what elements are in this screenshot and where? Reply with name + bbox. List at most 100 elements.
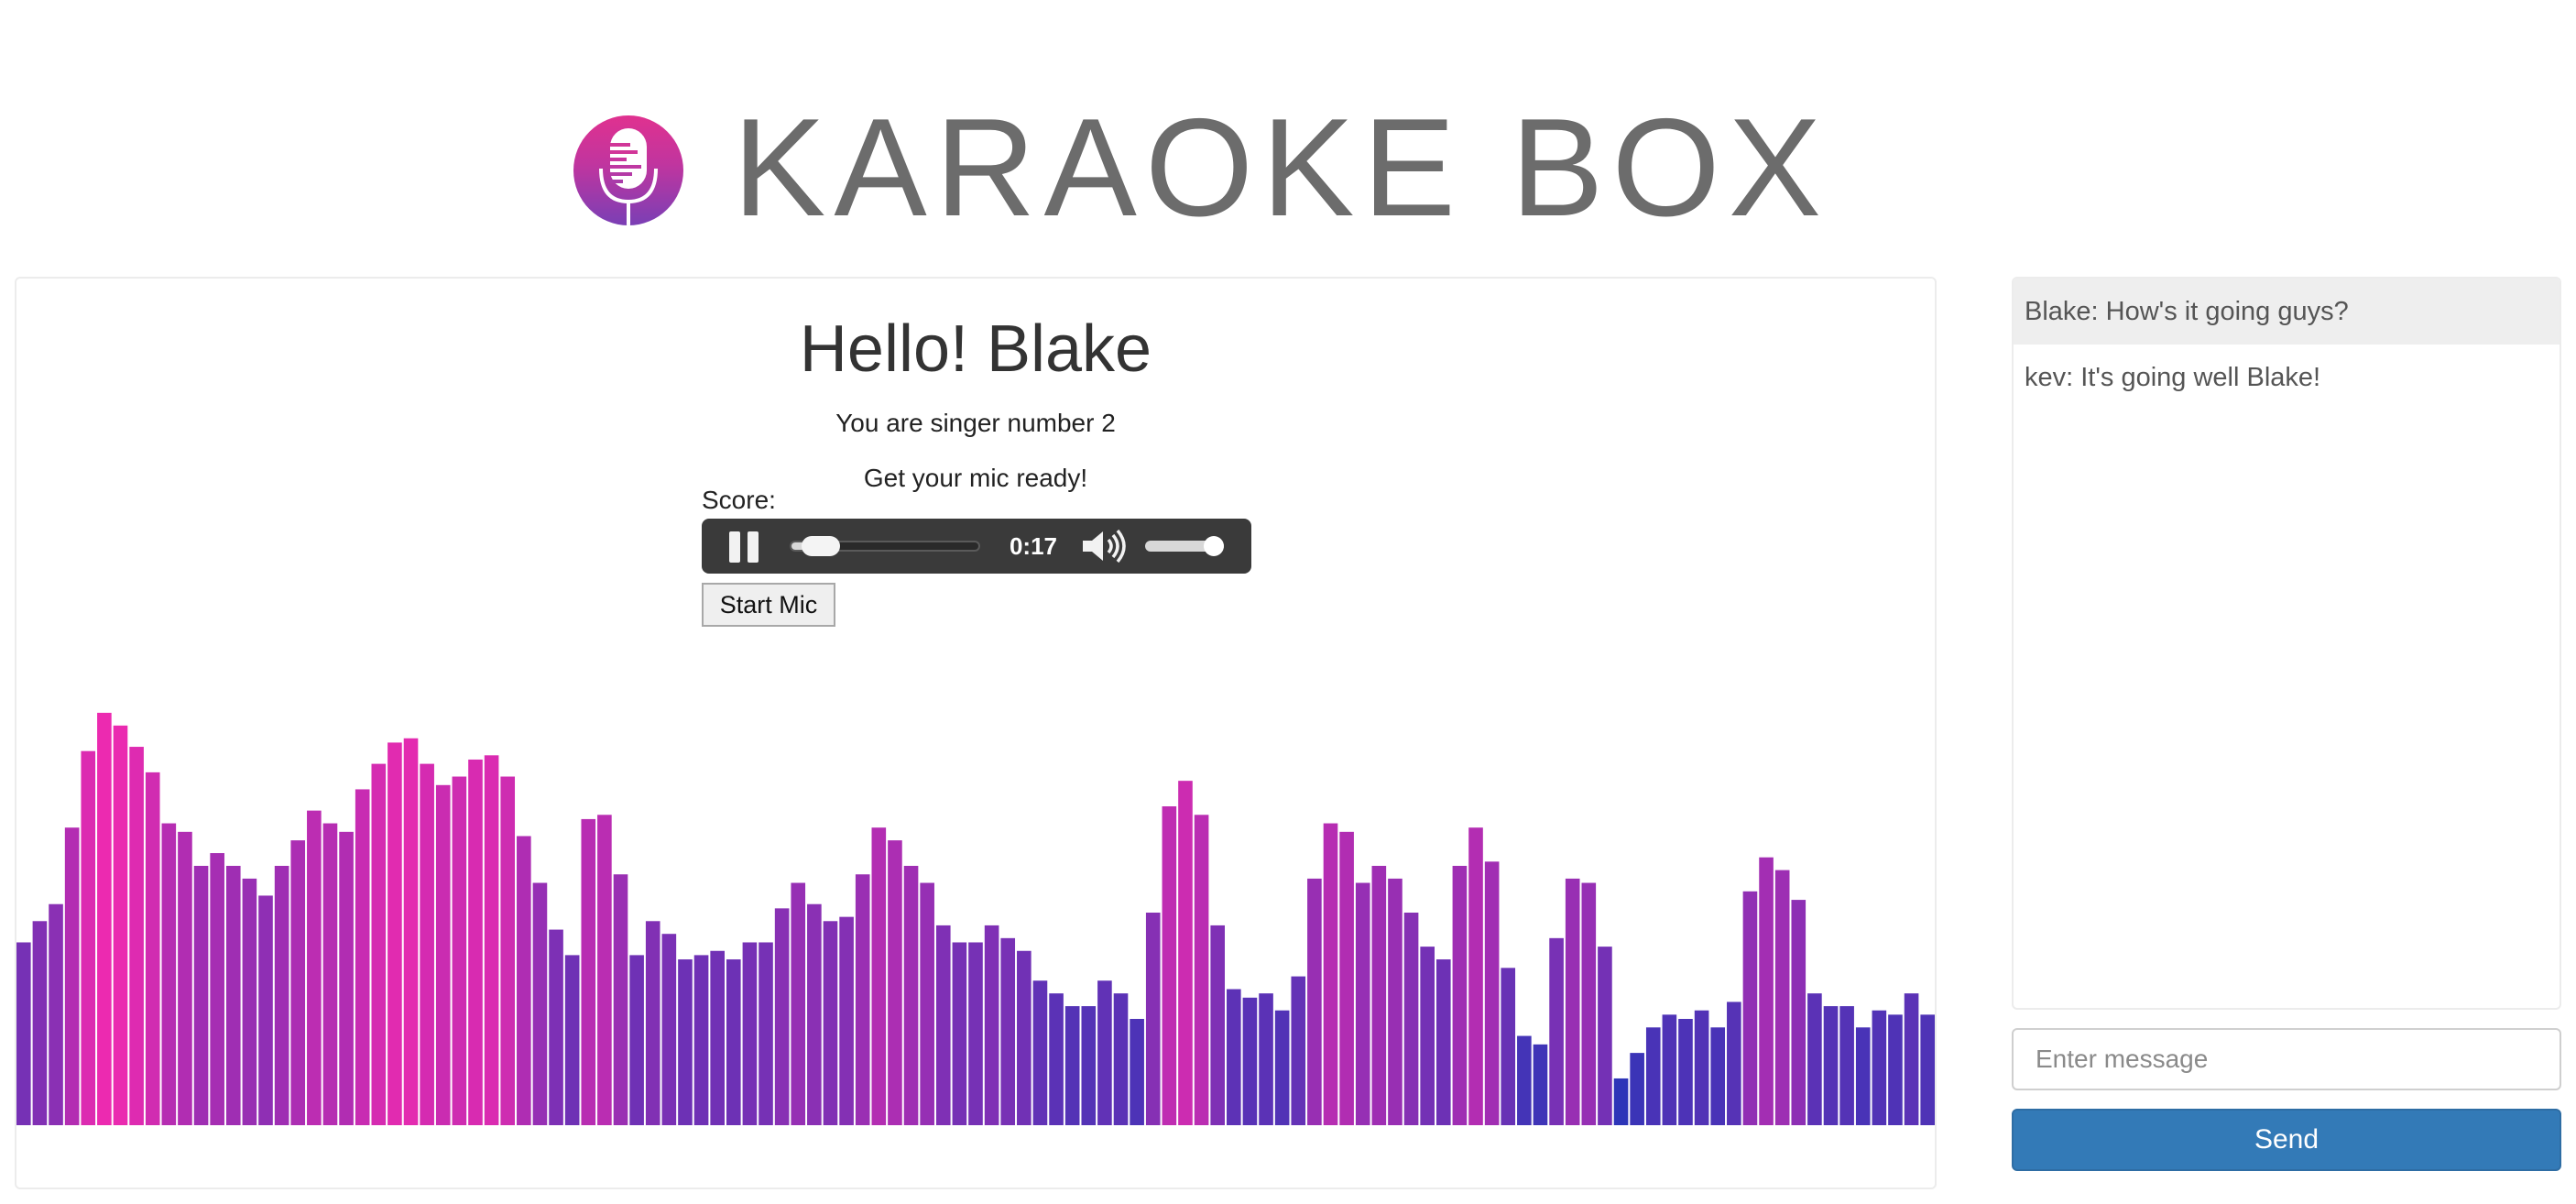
visualizer-bar <box>81 750 96 1125</box>
visualizer-bar <box>1823 1006 1839 1125</box>
visualizer-bar <box>452 776 467 1125</box>
visualizer-bar <box>1259 993 1273 1125</box>
visualizer-bar <box>193 865 209 1125</box>
visualizer-bar <box>1533 1044 1548 1125</box>
visualizer-bar <box>145 772 160 1125</box>
visualizer-bar <box>1371 865 1387 1125</box>
pause-icon[interactable] <box>729 531 760 563</box>
visualizer-bar <box>1097 980 1112 1125</box>
visualizer-bar <box>564 955 580 1125</box>
visualizer-bar <box>274 865 289 1125</box>
chat-message: kev: It's going well Blake! <box>2025 363 2321 392</box>
visualizer-bar <box>517 836 531 1125</box>
visualizer-bar <box>355 789 370 1125</box>
visualizer-bar <box>290 840 306 1125</box>
audio-visualizer <box>16 712 1935 1125</box>
message-input[interactable] <box>2012 1028 2561 1090</box>
visualizer-bar <box>549 929 563 1125</box>
visualizer-bar <box>258 895 273 1125</box>
visualizer-bar <box>97 712 112 1125</box>
visualizer-bar <box>1113 993 1129 1125</box>
audio-player: 0:17 <box>702 519 1251 574</box>
visualizer-bar <box>1645 1027 1661 1125</box>
visualizer-bar <box>1162 806 1177 1125</box>
visualizer-bar <box>1774 870 1790 1125</box>
visualizer-bar <box>64 827 80 1125</box>
visualizer-bar <box>468 759 483 1125</box>
visualizer-bar <box>774 908 790 1125</box>
visualizer-bar <box>16 942 31 1125</box>
start-mic-button[interactable]: Start Mic <box>702 583 835 627</box>
visualizer-bar <box>1855 1027 1871 1125</box>
visualizer-bar <box>403 738 419 1125</box>
visualizer-bar <box>242 878 257 1125</box>
visualizer-bar <box>322 823 338 1125</box>
visualizer-bar <box>1549 937 1564 1125</box>
visualizer-bar <box>1727 1002 1741 1125</box>
visualizer-bar <box>307 810 322 1125</box>
visualizer-bar <box>693 955 709 1125</box>
visualizer-bar <box>1227 989 1241 1125</box>
visualizer-bar <box>984 925 999 1125</box>
visualizer-bar <box>435 784 451 1125</box>
visualizer-bar <box>210 853 224 1125</box>
visualizer-bar <box>1598 947 1612 1125</box>
visualizer-bar <box>1742 891 1758 1125</box>
visualizer-bar <box>1565 878 1580 1125</box>
visualizer-bar <box>742 942 758 1125</box>
visualizer-bar <box>855 874 870 1125</box>
visualizer-bar <box>1920 1014 1935 1125</box>
app-title: KARAOKE BOX <box>733 90 1830 246</box>
visualizer-bar <box>1613 1078 1629 1125</box>
visualizer-bar <box>1081 1006 1097 1125</box>
singer-status: You are singer number 2 <box>835 409 1116 437</box>
visualizer-bar <box>500 776 516 1125</box>
visualizer-bar <box>1291 976 1306 1125</box>
visualizer-bar <box>597 815 612 1125</box>
visualizer-bar <box>1242 997 1258 1125</box>
header: KARAOKE BOX <box>0 0 2576 266</box>
visualizer-bar <box>1032 980 1048 1125</box>
visualizer-bar <box>1807 993 1822 1125</box>
visualizer-bar <box>1403 913 1419 1125</box>
visualizer-bar <box>807 903 822 1125</box>
visualizer-bar <box>839 916 854 1125</box>
visualizer-bar <box>1791 900 1806 1125</box>
visualizer-bar <box>759 942 773 1125</box>
visualizer-bar <box>791 882 806 1125</box>
visualizer-bar <box>1194 815 1209 1125</box>
visualizer-bar <box>1484 861 1500 1125</box>
visualizer-bar <box>161 823 177 1125</box>
greeting-heading: Hello! Blake <box>799 312 1152 386</box>
visualizer-bar <box>225 865 241 1125</box>
visualizer-bar <box>1049 993 1064 1125</box>
visualizer-bar <box>32 921 48 1125</box>
visualizer-bar <box>1017 950 1031 1125</box>
visualizer-bar <box>1468 827 1483 1125</box>
visualizer-bar <box>629 955 644 1125</box>
visualizer-bar <box>968 942 983 1125</box>
visualizer-bar <box>1872 1010 1887 1125</box>
visualizer-bar <box>871 827 887 1125</box>
visualizer-bar <box>1210 925 1225 1125</box>
visualizer-bar <box>1323 823 1338 1125</box>
chat-log: Blake: How's it going guys? kev: It's go… <box>2012 277 2561 1010</box>
visualizer-bar <box>661 934 677 1125</box>
visualizer-bar <box>1178 781 1193 1125</box>
send-button[interactable]: Send <box>2012 1109 2561 1171</box>
volume-thumb[interactable] <box>1204 536 1224 556</box>
visualizer-bar <box>339 831 354 1125</box>
visualizer-bar <box>1694 1010 1709 1125</box>
visualizer-bar <box>710 950 725 1125</box>
volume-icon[interactable] <box>1081 529 1129 564</box>
seek-thumb[interactable] <box>802 536 841 556</box>
visualizer-bar <box>1517 1035 1532 1125</box>
mic-prompt: Get your mic ready! <box>863 464 1088 492</box>
visualizer-bar <box>1759 857 1774 1125</box>
visualizer-bar <box>371 763 387 1125</box>
playback-time: 0:17 <box>1009 532 1058 560</box>
visualizer-bar <box>532 882 548 1125</box>
visualizer-bar <box>1145 913 1161 1125</box>
visualizer-bar <box>935 925 951 1125</box>
visualizer-bar <box>1435 959 1451 1125</box>
